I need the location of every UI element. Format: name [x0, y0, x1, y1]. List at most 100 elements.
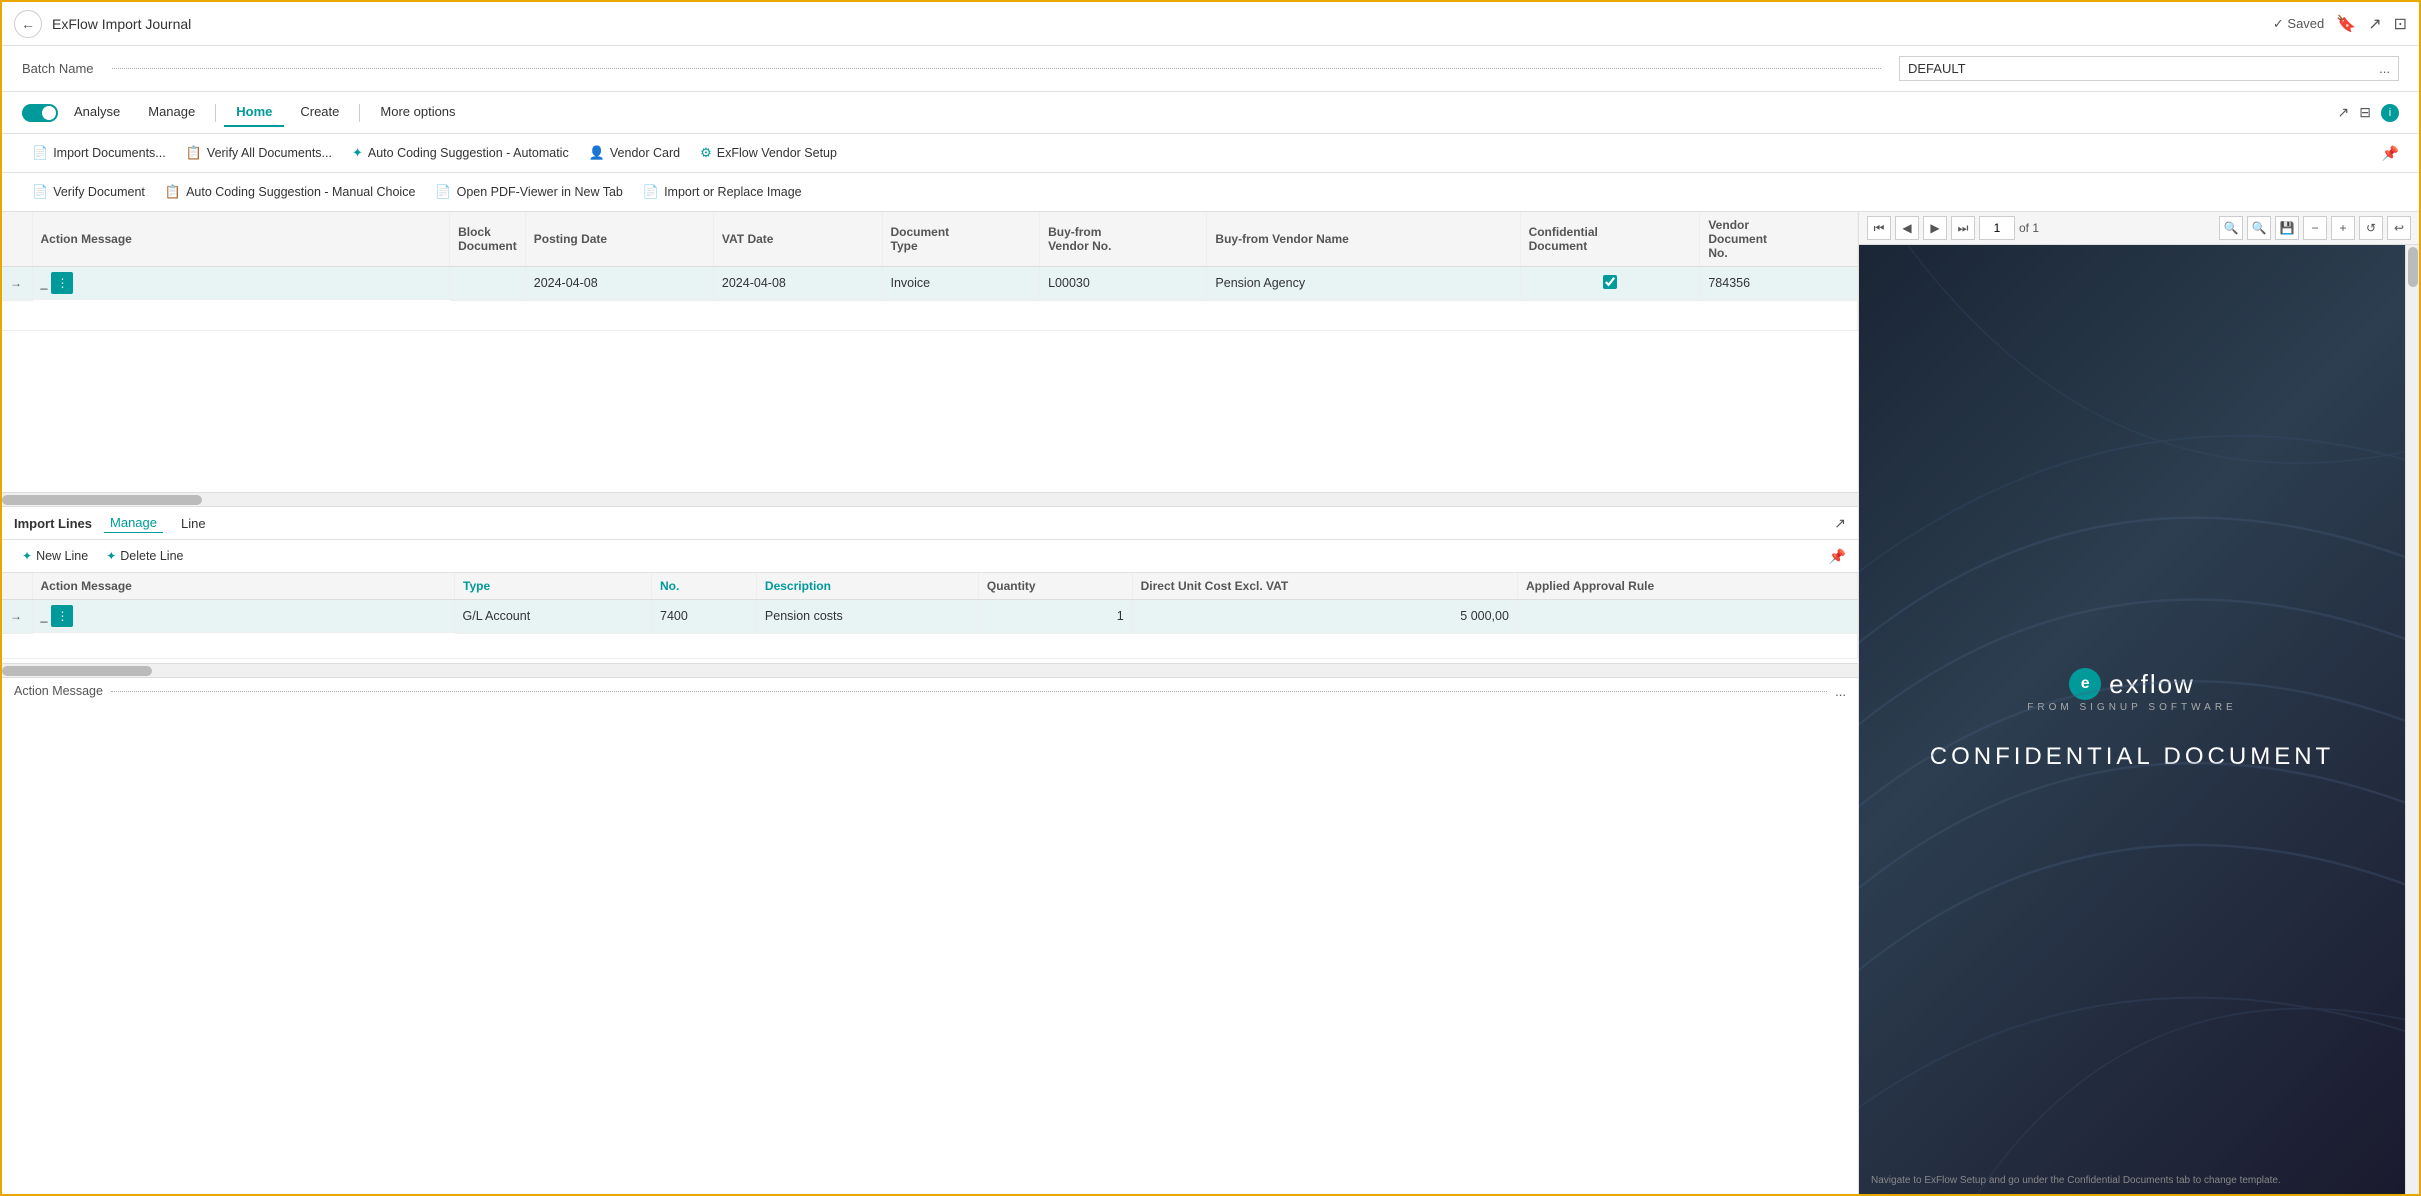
collapse-icon[interactable]: ⊡ — [2394, 14, 2407, 34]
cell-document-type: Invoice — [882, 267, 1040, 301]
context-menu-button[interactable]: ⋮ — [51, 272, 73, 294]
tab-manage[interactable]: Manage — [136, 98, 207, 127]
import-replace-image-button[interactable]: 📄 Import or Replace Image — [633, 179, 812, 205]
col-document-type: DocumentType — [882, 212, 1040, 267]
tab-analyse[interactable]: Analyse — [62, 98, 132, 127]
auto-coding-manual-button[interactable]: 📋 Auto Coding Suggestion - Manual Choice — [155, 179, 426, 205]
import-documents-button[interactable]: 📄 Import Documents... — [22, 140, 176, 166]
pdf-first-page-button[interactable]: ⏮ — [1867, 216, 1891, 240]
pdf-zoom-out-button[interactable]: − — [2303, 216, 2327, 240]
vendor-card-icon: 👤 — [589, 145, 605, 161]
cell-confidential-document[interactable] — [1520, 267, 1700, 301]
cell-action-message: _ ⋮ — [33, 267, 450, 300]
col-confidential-document: ConfidentialDocument — [1520, 212, 1700, 267]
tab-more-options[interactable]: More options — [368, 98, 467, 127]
import-lines-tab-line[interactable]: Line — [175, 514, 212, 533]
pdf-rotate-button[interactable]: ↩ — [2387, 216, 2411, 240]
tab-separator — [215, 104, 216, 122]
share-lines-icon[interactable]: ↗ — [1834, 515, 1846, 532]
new-line-button[interactable]: ✦ New Line — [14, 545, 96, 567]
import-lines-tab-manage[interactable]: Manage — [104, 513, 163, 533]
toggle-switch[interactable] — [22, 104, 58, 122]
lines-col-quantity: Quantity — [978, 573, 1132, 600]
pdf-viewer-panel: ⏮ ◀ ▶ ⏭ of 1 🔍 🔍 💾 − + ↺ ↩ — [1859, 212, 2419, 1194]
lines-table: Action Message Type No. Description Quan… — [2, 573, 1858, 659]
lines-cell-direct-unit-cost: 5 000,00 — [1132, 600, 1517, 634]
batch-ellipsis-button[interactable]: ... — [2379, 61, 2390, 76]
lines-context-menu-button[interactable]: ⋮ — [51, 605, 73, 627]
pdf-zoom-in-button[interactable]: + — [2331, 216, 2355, 240]
tabs-right-actions: ↗ ⊟ i — [2338, 104, 2399, 122]
import-lines-header: Import Lines Manage Line ↗ — [2, 507, 1858, 540]
pdf-page-info: of 1 — [2019, 221, 2039, 235]
analyse-toggle[interactable] — [22, 104, 58, 122]
left-panel: Action Message BlockDocument Posting Dat… — [2, 212, 1859, 1194]
share-icon[interactable]: ↗ — [2338, 104, 2350, 121]
main-table-hscroll[interactable] — [2, 492, 1858, 506]
pin-icon[interactable]: 📌 — [2382, 145, 2399, 162]
pdf-search-prev-button[interactable]: 🔍 — [2247, 216, 2271, 240]
action-bar-ellipsis[interactable]: ... — [1835, 684, 1846, 699]
table-row[interactable]: → _ ⋮ 2024-04-08 2024-04-08 Invoice L000… — [2, 267, 1858, 301]
main-table-container[interactable]: Action Message BlockDocument Posting Dat… — [2, 212, 1858, 492]
confidential-checkbox[interactable] — [1603, 275, 1617, 289]
lines-table-row[interactable]: → _ ⋮ G/L Account 7400 Pension costs 1 5… — [2, 600, 1858, 634]
pdf-next-page-button[interactable]: ▶ — [1923, 216, 1947, 240]
lines-cell-no: 7400 — [652, 600, 757, 634]
lines-cell-arrow: → — [2, 600, 32, 634]
pin-lines-icon[interactable]: 📌 — [1829, 548, 1846, 564]
header: ← ExFlow Import Journal ✓ Saved 🔖 ↗ ⊡ — [2, 2, 2419, 46]
verify-document-icon: 📄 — [32, 184, 48, 200]
toggle-knob — [42, 106, 56, 120]
lines-hscroll[interactable] — [2, 663, 1858, 677]
col-posting-date: Posting Date — [525, 212, 713, 267]
lines-toolbar: ✦ New Line ✦ Delete Line 📌 — [2, 540, 1858, 573]
info-icon[interactable]: i — [2381, 104, 2399, 122]
external-link-icon[interactable]: ↗ — [2368, 14, 2381, 34]
back-button[interactable]: ← — [14, 10, 42, 38]
verify-all-documents-button[interactable]: 📋 Verify All Documents... — [176, 140, 342, 166]
pdf-page-input[interactable] — [1979, 216, 2015, 240]
lines-cell-type: G/L Account — [455, 600, 652, 634]
pdf-viewer-content: e exflow FROM SIGNUP SOFTWARE CONFIDENTI… — [1859, 245, 2405, 1194]
pdf-refresh-button[interactable]: ↺ — [2359, 216, 2383, 240]
verify-all-icon: 📋 — [186, 145, 202, 161]
exflow-vendor-setup-icon: ⚙ — [700, 145, 712, 161]
action-bar-dots — [111, 691, 1827, 692]
tab-create[interactable]: Create — [288, 98, 351, 127]
pdf-prev-page-button[interactable]: ◀ — [1895, 216, 1919, 240]
lines-cell-action-message: _ ⋮ — [33, 600, 455, 633]
bookmark-icon[interactable]: 🔖 — [2336, 14, 2356, 34]
auto-coding-automatic-button[interactable]: ✦ Auto Coding Suggestion - Automatic — [342, 140, 579, 166]
auto-coding-auto-icon: ✦ — [352, 145, 363, 161]
verify-document-button[interactable]: 📄 Verify Document — [22, 179, 155, 205]
pdf-search-button[interactable]: 🔍 — [2219, 216, 2243, 240]
tabs-row: Analyse Manage Home Create More options … — [2, 92, 2419, 134]
exflow-vendor-setup-button[interactable]: ⚙ ExFlow Vendor Setup — [690, 140, 847, 166]
lines-toolbar-right: 📌 — [1829, 548, 1846, 565]
open-pdf-button[interactable]: 📄 Open PDF-Viewer in New Tab — [425, 179, 632, 205]
import-replace-image-icon: 📄 — [643, 184, 659, 200]
main-table: Action Message BlockDocument Posting Dat… — [2, 212, 1858, 331]
delete-line-button[interactable]: ✦ Delete Line — [98, 545, 191, 567]
pdf-last-page-button[interactable]: ⏭ — [1951, 216, 1975, 240]
cell-arrow: → — [2, 267, 32, 301]
import-lines-actions: ↗ — [1834, 515, 1846, 532]
batch-value-box[interactable]: DEFAULT ... — [1899, 56, 2399, 81]
batch-dots — [112, 68, 1881, 69]
pdf-save-button[interactable]: 💾 — [2275, 216, 2299, 240]
lines-col-no: No. — [652, 573, 757, 600]
col-action-message: Action Message — [32, 212, 450, 267]
cell-vendor-document-no: 784356 — [1700, 267, 1858, 301]
hscroll-thumb — [2, 495, 202, 505]
lines-table-container[interactable]: Action Message Type No. Description Quan… — [2, 573, 1858, 659]
col-buy-from-vendor-name: Buy-from Vendor Name — [1207, 212, 1520, 267]
vendor-card-button[interactable]: 👤 Vendor Card — [579, 140, 690, 166]
confidential-footer: Navigate to ExFlow Setup and go under th… — [1871, 1175, 2281, 1186]
lines-cell-applied-approval-rule — [1517, 600, 1857, 634]
lines-cell-description: Pension costs — [756, 600, 978, 634]
filter-icon[interactable]: ⊟ — [2359, 104, 2371, 121]
pdf-vertical-scrollbar[interactable] — [2405, 245, 2419, 1194]
tab-home[interactable]: Home — [224, 98, 284, 127]
import-lines-title: Import Lines — [14, 516, 92, 531]
